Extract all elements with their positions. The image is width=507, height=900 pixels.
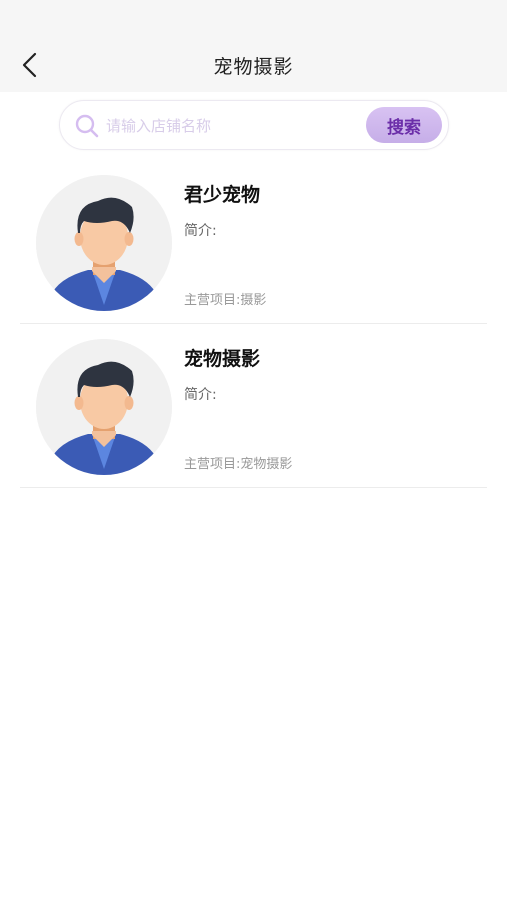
- main-business-label: 主营项目:: [184, 457, 241, 472]
- search-button[interactable]: 搜索: [366, 107, 442, 143]
- shop-intro: 简介:: [184, 220, 217, 240]
- search-bar: 搜索: [59, 100, 449, 150]
- main-business-value: 宠物摄影: [240, 457, 293, 472]
- page-title: 宠物摄影: [213, 56, 294, 78]
- main-business-label: 主营项目:: [184, 293, 241, 308]
- avatar: [36, 175, 172, 311]
- person-avatar-icon: [36, 175, 172, 311]
- top-bar: 宠物摄影: [0, 0, 507, 92]
- search-icon: [75, 114, 99, 138]
- main-business-value: 摄影: [240, 293, 267, 308]
- shop-list: 君少宠物 简介: 主营项目: 摄影 宠物摄影 简介: 主营项目: 宠物摄影: [0, 160, 507, 488]
- person-avatar-icon: [36, 339, 172, 475]
- intro-label: 简介:: [184, 387, 217, 403]
- shop-card[interactable]: 君少宠物 简介: 主营项目: 摄影: [20, 160, 487, 324]
- shop-intro: 简介:: [184, 384, 217, 404]
- shop-name: 君少宠物: [184, 184, 261, 206]
- search-input[interactable]: [106, 111, 356, 141]
- shop-main-business: 主营项目: 摄影: [184, 289, 266, 308]
- intro-label: 简介:: [184, 223, 217, 239]
- avatar: [36, 339, 172, 475]
- shop-main-business: 主营项目: 宠物摄影: [184, 453, 292, 472]
- shop-card[interactable]: 宠物摄影 简介: 主营项目: 宠物摄影: [20, 324, 487, 488]
- shop-name: 宠物摄影: [184, 348, 261, 370]
